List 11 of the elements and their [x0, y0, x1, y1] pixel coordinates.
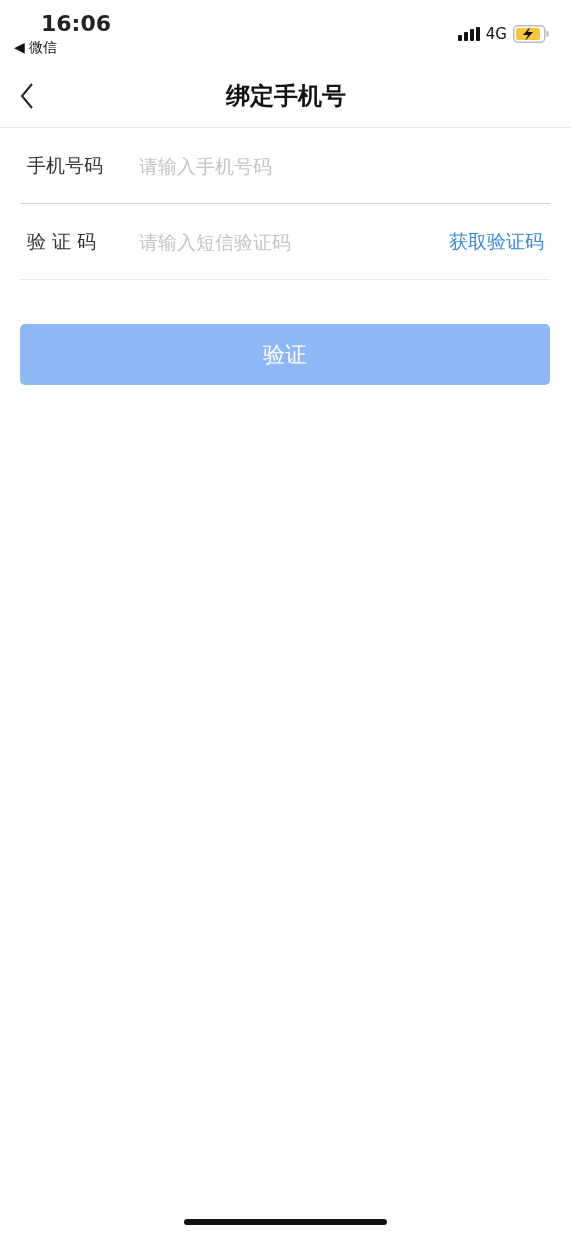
- input-field[interactable]: 请输入短信验证码: [139, 230, 449, 253]
- network-label: 4G: [485, 25, 507, 43]
- input-field[interactable]: 请输入手机号码: [139, 154, 550, 177]
- chevron-left-icon: [20, 83, 34, 109]
- back-to-app-link[interactable]: ◀ 微信: [14, 38, 112, 56]
- field-label: 验 证 码: [26, 228, 98, 254]
- status-time: 16:06: [41, 10, 112, 38]
- field-label: 手机号码: [26, 152, 104, 178]
- get-code-button[interactable]: 获取验证码: [449, 228, 550, 255]
- signal-icon: [457, 27, 480, 41]
- page-title: 绑定手机号: [225, 81, 346, 112]
